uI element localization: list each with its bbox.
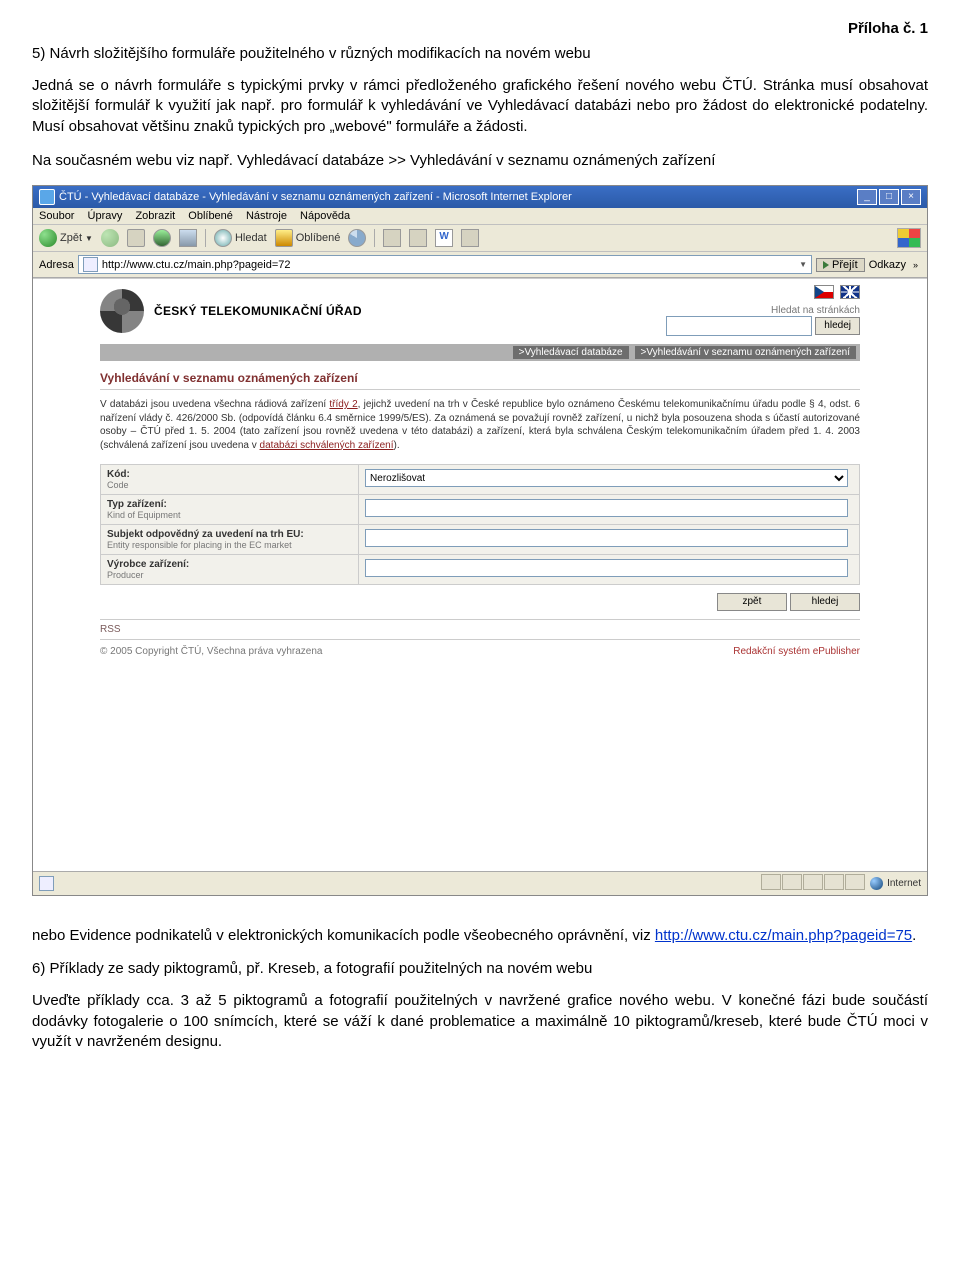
maximize-button[interactable]: □ — [879, 189, 899, 205]
minimize-button[interactable]: _ — [857, 189, 877, 205]
internet-zone-icon — [870, 877, 883, 890]
menu-tools[interactable]: Nástroje — [246, 210, 287, 222]
page-heading: Vyhledávání v seznamu oznámených zařízen… — [100, 371, 860, 390]
paragraph-4: Uveďte příklady cca. 3 až 5 piktogramů a… — [32, 991, 928, 1052]
status-bar: Internet — [33, 871, 927, 895]
back-button[interactable]: Zpět ▼ — [39, 229, 93, 247]
stop-button[interactable] — [127, 229, 145, 247]
refresh-button[interactable] — [153, 229, 171, 247]
flag-uk-icon[interactable] — [840, 285, 860, 299]
logo-icon — [100, 289, 144, 333]
forward-button[interactable] — [101, 229, 119, 247]
select-code[interactable]: Nerozlišovat — [365, 469, 848, 487]
breadcrumb: >Vyhledávací databáze >Vyhledávání v sez… — [100, 344, 860, 361]
toolbar: Zpět ▼ Hledat Oblíbené W — [33, 225, 927, 252]
form-row-code: Kód:Code Nerozlišovat — [101, 465, 860, 495]
menu-edit[interactable]: Úpravy — [88, 210, 123, 222]
label-producer: Výrobce zařízení: — [107, 559, 352, 570]
form-row-entity: Subjekt odpovědný za uvedení na trh EU:E… — [101, 525, 860, 555]
link-pageid75[interactable]: http://www.ctu.cz/main.php?pageid=75 — [655, 927, 912, 944]
flag-cz-icon[interactable] — [814, 285, 834, 299]
window-title: ČTÚ - Vyhledávací databáze - Vyhledávání… — [59, 191, 572, 203]
breadcrumb-item[interactable]: >Vyhledávací databáze — [513, 346, 629, 359]
go-arrow-icon — [823, 261, 829, 269]
page-content: ČESKÝ TELEKOMUNIKAČNÍ ÚŘAD Hledat na str… — [33, 278, 927, 871]
form-back-button[interactable]: zpět — [717, 593, 787, 611]
browser-screenshot: ČTÚ - Vyhledávací databáze - Vyhledávání… — [32, 185, 928, 896]
mail-button[interactable] — [383, 229, 401, 247]
cms-credit[interactable]: Redakční systém ePublisher — [733, 646, 860, 657]
close-button[interactable]: × — [901, 189, 921, 205]
address-label: Adresa — [39, 259, 74, 271]
form-search-button[interactable]: hledej — [790, 593, 860, 611]
print-button[interactable] — [409, 229, 427, 247]
form-row-type: Typ zařízení:Kind of Equipment — [101, 495, 860, 525]
links-chevron-icon[interactable]: » — [910, 260, 921, 270]
favorites-button[interactable]: Oblíbené — [275, 229, 341, 247]
form-row-producer: Výrobce zařízení:Producer — [101, 555, 860, 585]
section6-title: 6) Příklady ze sady piktogramů, př. Kres… — [32, 960, 928, 977]
search-form: Kód:Code Nerozlišovat Typ zařízení:Kind … — [100, 464, 860, 585]
menu-file[interactable]: Soubor — [39, 210, 74, 222]
edit-button[interactable]: W — [435, 229, 453, 247]
menu-bar[interactable]: Soubor Úpravy Zobrazit Oblíbené Nástroje… — [33, 208, 927, 225]
paragraph-2: Na současném webu viz např. Vyhledávací … — [32, 151, 928, 171]
search-icon — [214, 229, 232, 247]
label-entity: Subjekt odpovědný za uvedení na trh EU: — [107, 529, 352, 540]
history-button[interactable] — [348, 229, 366, 247]
label-type: Typ zařízení: — [107, 499, 352, 510]
site-logo[interactable]: ČESKÝ TELEKOMUNIKAČNÍ ÚŘAD — [100, 289, 362, 333]
menu-favorites[interactable]: Oblíbené — [188, 210, 233, 222]
link-class2[interactable]: třídy 2 — [329, 399, 357, 410]
menu-help[interactable]: Nápověda — [300, 210, 350, 222]
section5-title: 5) Návrh složitějšího formuláře použitel… — [32, 45, 928, 62]
search-button[interactable]: Hledat — [214, 229, 267, 247]
menu-view[interactable]: Zobrazit — [135, 210, 175, 222]
attachment-label: Příloha č. 1 — [32, 20, 928, 37]
breadcrumb-item[interactable]: >Vyhledávání v seznamu oznámených zaříze… — [635, 346, 856, 359]
address-bar: Adresa http://www.ctu.cz/main.php?pageid… — [33, 252, 927, 278]
star-icon — [275, 229, 293, 247]
site-search-label: Hledat na stránkách — [666, 305, 860, 316]
input-type[interactable] — [365, 499, 848, 517]
ie-icon — [39, 189, 55, 205]
status-page-icon — [39, 876, 54, 891]
go-button[interactable]: Přejít — [816, 258, 865, 272]
url-text: http://www.ctu.cz/main.php?pageid=72 — [102, 259, 291, 271]
windows-flag-icon — [897, 228, 921, 248]
copyright: © 2005 Copyright ČTÚ, Všechna práva vyhr… — [100, 646, 322, 657]
page-icon — [83, 257, 98, 272]
home-button[interactable] — [179, 229, 197, 247]
url-field[interactable]: http://www.ctu.cz/main.php?pageid=72 ▼ — [78, 255, 812, 274]
input-entity[interactable] — [365, 529, 848, 547]
rss-link[interactable]: RSS — [100, 619, 860, 640]
window-controls[interactable]: _ □ × — [857, 189, 921, 205]
links-label[interactable]: Odkazy — [869, 259, 906, 271]
site-search-button[interactable]: hledej — [815, 317, 860, 335]
paragraph-3: nebo Evidence podnikatelů v elektronický… — [32, 926, 928, 946]
back-arrow-icon — [39, 229, 57, 247]
discuss-button[interactable] — [461, 229, 479, 247]
site-search-input[interactable] — [666, 316, 812, 336]
status-segments — [761, 874, 866, 893]
paragraph-1: Jedná se o návrh formuláře s typickými p… — [32, 76, 928, 137]
intro-paragraph: V databázi jsou uvedena všechna rádiová … — [100, 398, 860, 452]
window-titlebar: ČTÚ - Vyhledávací databáze - Vyhledávání… — [33, 186, 927, 208]
input-producer[interactable] — [365, 559, 848, 577]
org-name: ČESKÝ TELEKOMUNIKAČNÍ ÚŘAD — [154, 304, 362, 318]
label-code: Kód: — [107, 469, 352, 480]
status-zone: Internet — [887, 878, 921, 889]
link-approved-db[interactable]: databázi schválených zařízení — [260, 440, 394, 451]
